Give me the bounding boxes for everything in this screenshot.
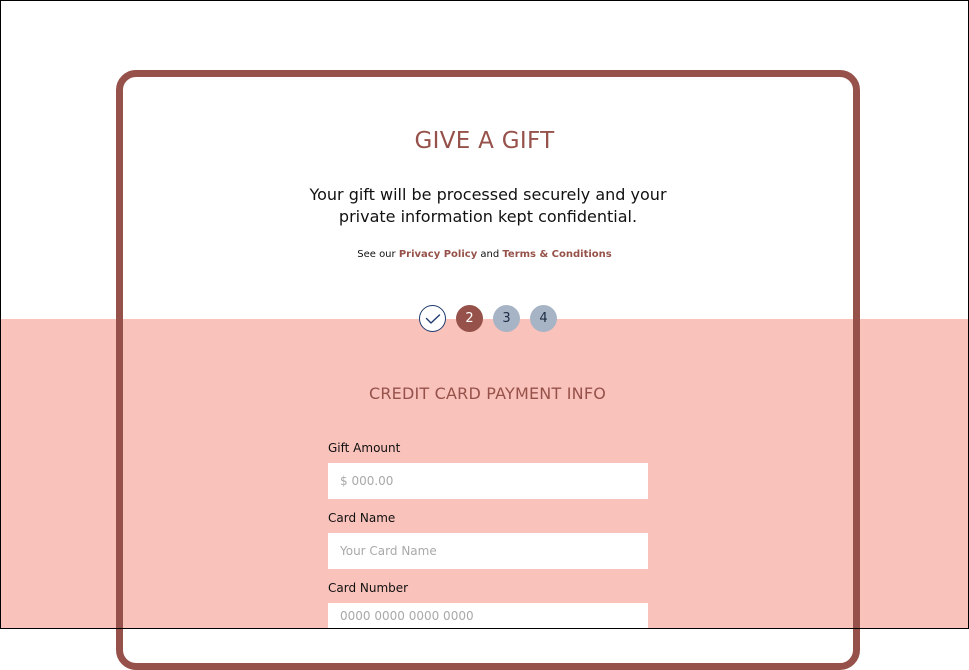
step-indicator: 2 3 4	[419, 305, 557, 332]
card-name-label: Card Name	[328, 511, 396, 525]
page-title: GIVE A GIFT	[414, 128, 555, 154]
privacy-policy-link[interactable]: Privacy Policy	[399, 249, 477, 260]
step-3[interactable]: 3	[493, 305, 520, 332]
step-4[interactable]: 4	[530, 305, 557, 332]
security-message: Your gift will be processed securely and…	[309, 185, 667, 226]
policy-joiner: and	[480, 249, 500, 260]
policy-prefix: See our	[357, 249, 396, 260]
gift-amount-label: Gift Amount	[328, 441, 401, 455]
step-2-active[interactable]: 2	[456, 305, 483, 332]
gift-card-frame	[116, 70, 860, 670]
section-title: CREDIT CARD PAYMENT INFO	[368, 384, 607, 403]
card-name-input[interactable]	[328, 533, 648, 569]
check-icon	[425, 313, 440, 324]
terms-conditions-link[interactable]: Terms & Conditions	[502, 249, 611, 260]
gift-amount-input[interactable]	[328, 463, 648, 499]
step-1-complete[interactable]	[419, 305, 446, 332]
card-number-label: Card Number	[328, 581, 409, 595]
policy-line: See our Privacy Policy and Terms & Condi…	[0, 249, 969, 260]
card-number-input[interactable]	[328, 603, 648, 629]
